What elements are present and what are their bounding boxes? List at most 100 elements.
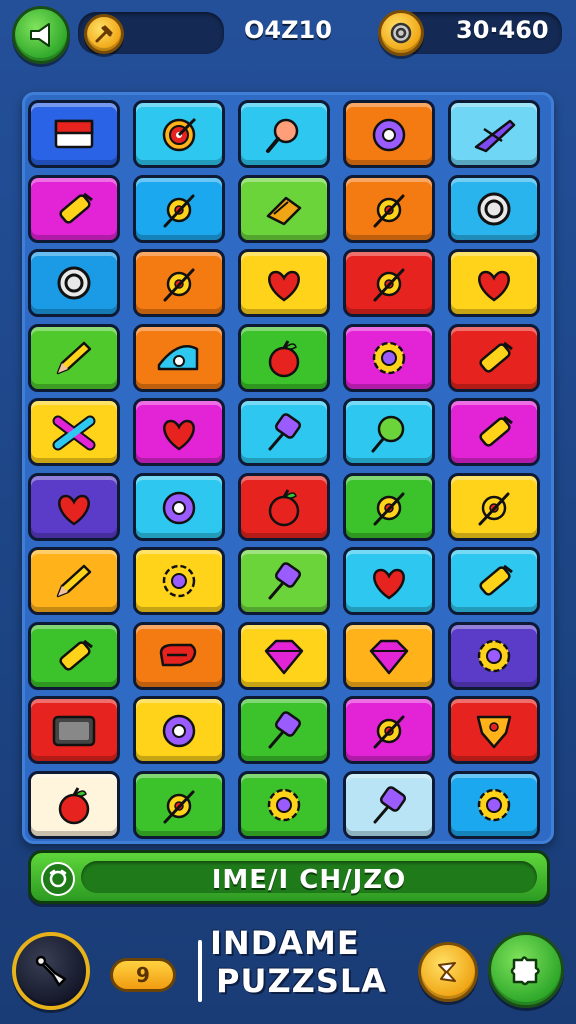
game-tile[interactable]	[343, 770, 435, 839]
eye-icon	[157, 344, 199, 370]
tv-icon	[52, 715, 96, 747]
game-tile[interactable]	[28, 174, 120, 243]
shield-icon	[476, 715, 512, 749]
gear-icon	[372, 341, 406, 374]
title-line-1: INDAME	[210, 924, 360, 962]
game-tile[interactable]	[28, 472, 120, 541]
sandwich-icon	[266, 196, 302, 225]
status-bar: IME/I CH/JZO	[28, 850, 550, 904]
heart-icon	[268, 270, 300, 302]
game-tile[interactable]	[448, 174, 540, 243]
game-tile[interactable]	[28, 696, 120, 764]
game-tile[interactable]	[343, 100, 435, 168]
game-tile[interactable]	[28, 770, 120, 839]
crayon-icon	[479, 564, 513, 596]
game-tile[interactable]	[238, 472, 330, 541]
ring-icon	[57, 266, 91, 300]
gear-icon	[267, 788, 301, 821]
donut-icon	[372, 118, 406, 152]
game-tile[interactable]	[133, 472, 225, 541]
game-tile[interactable]	[343, 472, 435, 541]
game-tile[interactable]	[448, 770, 540, 839]
coin-badge[interactable]	[378, 10, 424, 56]
clock-icon	[49, 869, 67, 888]
ring-wand-icon	[163, 790, 195, 823]
heart-icon	[478, 270, 510, 302]
game-tile[interactable]	[133, 249, 225, 317]
game-tile[interactable]	[238, 100, 330, 168]
target-icon	[162, 117, 197, 152]
megaphone-icon	[30, 23, 50, 47]
game-tile[interactable]	[28, 547, 120, 615]
game-tile[interactable]	[28, 621, 120, 690]
game-tile[interactable]	[133, 398, 225, 466]
game-tile[interactable]	[448, 323, 540, 392]
knot-icon	[159, 643, 197, 666]
game-tile[interactable]	[133, 174, 225, 243]
moves-badge[interactable]	[84, 14, 124, 54]
game-tile[interactable]	[133, 323, 225, 392]
game-tile[interactable]	[238, 696, 330, 764]
game-tile[interactable]	[133, 621, 225, 690]
back-button[interactable]	[12, 6, 70, 64]
game-tile[interactable]	[28, 249, 120, 317]
apple-icon	[58, 786, 90, 824]
game-tile[interactable]	[448, 547, 540, 615]
game-tile[interactable]	[28, 100, 120, 168]
game-tile[interactable]	[238, 174, 330, 243]
game-tile[interactable]	[238, 323, 330, 392]
game-tile[interactable]	[343, 249, 435, 317]
crayon-icon	[479, 415, 513, 447]
game-tile[interactable]	[133, 547, 225, 615]
donut-icon	[162, 714, 196, 748]
game-tile[interactable]	[133, 696, 225, 764]
ring-wand-icon	[478, 492, 510, 525]
popsicle-icon	[268, 711, 302, 749]
game-tile[interactable]	[238, 398, 330, 466]
ring-wand-icon	[373, 268, 405, 302]
game-tile[interactable]	[448, 249, 540, 317]
gear-icon	[477, 639, 511, 672]
ring-icon	[477, 192, 511, 225]
lollipop-icon	[371, 415, 405, 453]
game-tile[interactable]	[448, 696, 540, 764]
popsicle-icon	[373, 785, 407, 823]
game-tile[interactable]	[238, 547, 330, 615]
gem-icon	[264, 639, 304, 674]
heart-icon	[373, 568, 405, 600]
donut-icon	[162, 491, 196, 524]
game-tile[interactable]	[343, 323, 435, 392]
game-tile[interactable]	[343, 547, 435, 615]
game-tile[interactable]	[448, 621, 540, 690]
game-tile[interactable]	[28, 323, 120, 392]
play-button[interactable]	[488, 932, 564, 1008]
star-icon	[438, 962, 456, 982]
hammer-icon	[95, 25, 113, 43]
pencil-icon	[56, 564, 92, 598]
gem-icon	[369, 639, 409, 674]
ring-wand-icon	[373, 492, 405, 525]
tool-icon	[35, 955, 67, 987]
crayon-icon	[479, 341, 513, 373]
crayon-icon	[59, 192, 93, 224]
game-tile[interactable]	[238, 770, 330, 839]
game-tile[interactable]	[133, 100, 225, 168]
tool-button[interactable]	[12, 932, 90, 1010]
game-tile[interactable]	[238, 249, 330, 317]
hint-button[interactable]	[418, 942, 478, 1002]
game-tile[interactable]	[133, 770, 225, 839]
title-line-2: PUZZSLA	[216, 962, 388, 1000]
game-tile[interactable]	[448, 472, 540, 541]
game-tile[interactable]	[448, 398, 540, 466]
ring-wand-icon	[373, 715, 405, 749]
coin-icon	[390, 22, 412, 44]
game-tile[interactable]	[343, 621, 435, 690]
game-tile[interactable]	[343, 174, 435, 243]
game-tile[interactable]	[448, 100, 540, 168]
game-tile[interactable]	[343, 696, 435, 764]
game-tile[interactable]	[28, 398, 120, 466]
game-tile[interactable]	[343, 398, 435, 466]
moves-counter: 9	[110, 958, 176, 992]
game-tile[interactable]	[238, 621, 330, 690]
crayon-icon	[59, 639, 93, 671]
